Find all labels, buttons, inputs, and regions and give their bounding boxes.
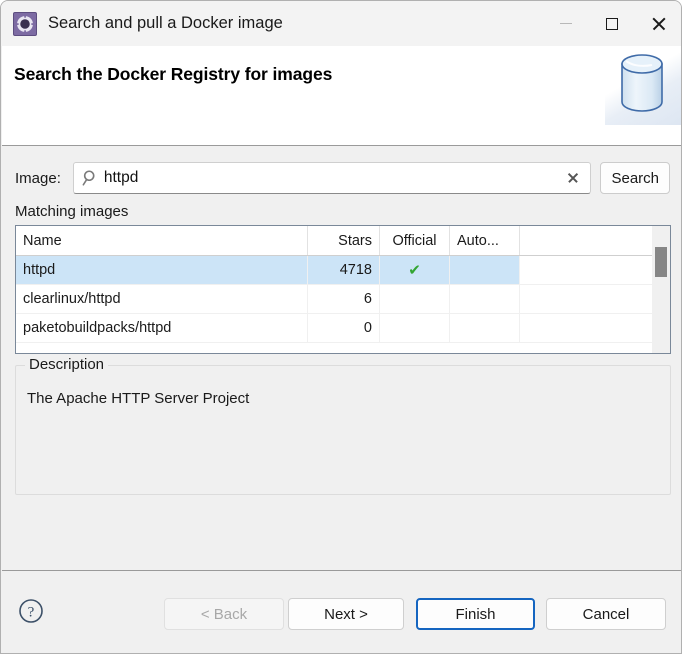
search-input-value: httpd	[104, 169, 561, 187]
matching-images-table: Name Stars Official Auto... httpd 4718 ✔…	[15, 225, 671, 354]
column-header-name[interactable]: Name	[16, 226, 308, 255]
help-icon[interactable]: ?	[18, 598, 44, 624]
cell-filler	[520, 285, 670, 313]
search-input[interactable]: httpd	[73, 162, 592, 194]
table-body: httpd 4718 ✔ clearlinux/httpd 6 paketobu…	[16, 256, 670, 343]
page-title: Search the Docker Registry for images	[14, 64, 332, 85]
cell-filler	[520, 256, 670, 284]
table-header-row: Name Stars Official Auto...	[16, 226, 670, 256]
cell-automated	[450, 256, 520, 284]
table-row[interactable]: clearlinux/httpd 6	[16, 285, 670, 314]
window-title: Search and pull a Docker image	[48, 14, 283, 33]
column-header-official[interactable]: Official	[380, 226, 450, 255]
next-button[interactable]: Next >	[288, 598, 404, 630]
cell-official	[380, 285, 450, 313]
cell-name: clearlinux/httpd	[16, 285, 308, 313]
database-cylinder-icon	[619, 54, 667, 116]
cell-automated	[450, 314, 520, 342]
column-header-stars[interactable]: Stars	[308, 226, 380, 255]
finish-button[interactable]: Finish	[416, 598, 535, 630]
column-header-auto[interactable]: Auto...	[450, 226, 520, 255]
search-button[interactable]: Search	[600, 162, 670, 194]
minimize-icon	[560, 23, 572, 25]
cell-name: paketobuildpacks/httpd	[16, 314, 308, 342]
docker-wizard-icon	[13, 12, 37, 36]
close-icon	[651, 16, 666, 31]
svg-text:?: ?	[28, 605, 35, 621]
maximize-button[interactable]	[589, 1, 635, 46]
clear-icon[interactable]	[560, 165, 586, 191]
cell-official: ✔	[380, 256, 450, 284]
scrollbar-thumb[interactable]	[655, 247, 667, 277]
search-icon	[82, 169, 100, 187]
header-banner-art	[605, 46, 681, 125]
back-button[interactable]: < Back	[164, 598, 284, 630]
title-bar: Search and pull a Docker image	[1, 1, 681, 46]
description-legend: Description	[25, 356, 108, 373]
gear-icon	[16, 14, 35, 33]
window-controls	[543, 1, 681, 46]
dialog-window: Search and pull a Docker image Search th…	[0, 0, 682, 654]
cell-stars: 6	[308, 285, 380, 313]
cell-stars: 0	[308, 314, 380, 342]
image-search-row: Image: httpd Search	[15, 161, 670, 195]
maximize-icon	[606, 18, 618, 30]
description-text: The Apache HTTP Server Project	[27, 390, 249, 407]
table-row[interactable]: paketobuildpacks/httpd 0	[16, 314, 670, 343]
cell-filler	[520, 314, 670, 342]
table-row[interactable]: httpd 4718 ✔	[16, 256, 670, 285]
wizard-header: Search the Docker Registry for images	[2, 46, 681, 146]
dialog-body: Image: httpd Search Matching images Name…	[2, 147, 681, 569]
close-button[interactable]	[635, 1, 681, 46]
image-label: Image:	[15, 170, 61, 187]
cell-name: httpd	[16, 256, 308, 284]
cell-official	[380, 314, 450, 342]
matching-images-label: Matching images	[15, 203, 128, 220]
cell-stars: 4718	[308, 256, 380, 284]
cell-automated	[450, 285, 520, 313]
column-header-filler	[520, 226, 670, 255]
minimize-button[interactable]	[543, 1, 589, 46]
cancel-button[interactable]: Cancel	[546, 598, 666, 630]
description-group: Description The Apache HTTP Server Proje…	[15, 365, 671, 495]
vertical-scrollbar[interactable]	[652, 226, 670, 353]
